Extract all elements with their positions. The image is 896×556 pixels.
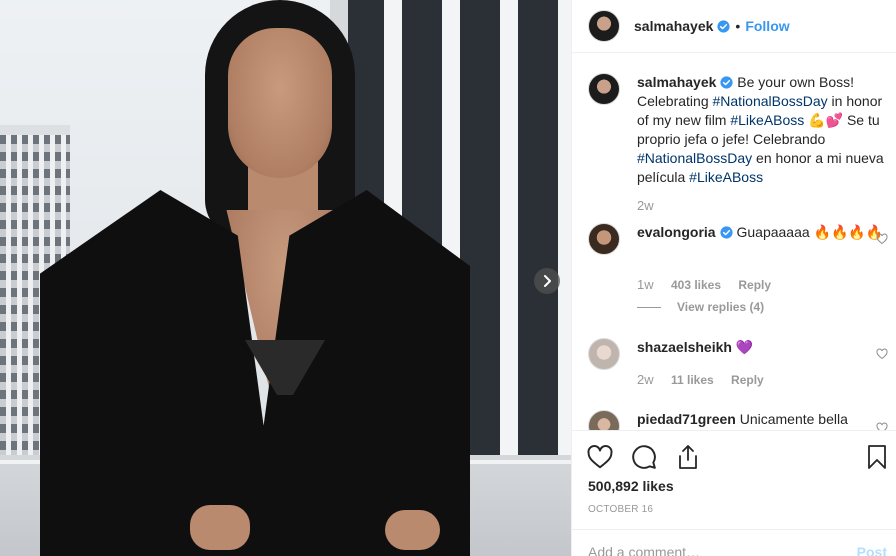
comment-likes[interactable]: 403 likes [671,278,721,292]
view-replies-label: View replies (4) [677,300,765,314]
comment-username[interactable]: evalongoria [637,224,716,240]
comment-timestamp[interactable]: 2w [637,372,654,387]
post-date[interactable]: OCTOBER 16 [588,504,653,515]
view-replies-line [637,306,661,308]
header-separator: • [735,18,741,34]
hashtag-link[interactable]: #LikeABoss [689,169,763,185]
post-actions: 500,892 likes OCTOBER 16 Post [572,430,896,556]
comment-text: piedad71green Unicamente bella [637,410,887,429]
caption-timestamp[interactable]: 2w [637,198,654,213]
share-icon [679,445,697,469]
hashtag-link[interactable]: #LikeABoss [730,112,804,128]
caption-text: salmahayek Be your own Boss! Celebrating… [637,73,887,187]
comment-username[interactable]: piedad71green [637,411,736,427]
comment-button[interactable] [630,443,658,471]
comment-body: 💜 [731,339,754,355]
comment-input[interactable] [588,544,828,556]
verified-badge-icon [717,19,730,33]
bookmark-icon [868,445,886,469]
commenter-avatar[interactable] [588,338,620,370]
comment-likes[interactable]: 11 likes [671,373,714,387]
comment-like-heart-icon[interactable] [876,348,888,360]
photo-hand-right [385,510,440,550]
comment-body: Unicamente bella [735,411,848,427]
next-photo-button[interactable] [534,268,560,294]
caption-avatar[interactable] [588,73,620,105]
like-button[interactable] [586,443,614,471]
comment-reply-button[interactable]: Reply [738,278,771,292]
author-avatar[interactable] [588,10,620,42]
commenter-avatar[interactable] [588,410,620,430]
hashtag-link[interactable]: #NationalBossDay [713,93,828,109]
comment-reply-button[interactable]: Reply [731,373,764,387]
post-header: salmahayek • Follow [572,0,896,53]
verified-badge-icon [720,226,733,239]
photo-face [228,28,332,178]
view-replies-button[interactable]: View replies (4) [637,300,764,314]
action-icons [586,443,702,471]
chevron-right-icon [544,275,551,287]
caption-username[interactable]: salmahayek [637,74,716,90]
comment-timestamp[interactable]: 1w [637,277,654,292]
comment-like-heart-icon[interactable] [876,233,888,245]
comment-username[interactable]: shazaelsheikh [637,339,732,355]
post-comment-button[interactable]: Post [857,544,887,556]
comment-meta: 2w 11 likes Reply [637,372,764,387]
comment-meta: 1w 403 likes Reply [637,277,771,292]
comment-text: shazaelsheikh 💜 [637,338,887,357]
post-photo[interactable] [0,0,571,556]
author-username[interactable]: salmahayek [634,18,713,34]
comment-text: evalongoria Guapaaaaa 🔥🔥🔥🔥 [637,223,887,242]
post-side-panel: salmahayek • Follow salmahayek Be your o… [571,0,896,556]
share-button[interactable] [674,443,702,471]
add-comment-bar: Post [572,529,896,556]
photo-hand-left [190,505,250,550]
comments-list[interactable]: salmahayek Be your own Boss! Celebrating… [572,53,896,430]
commenter-avatar[interactable] [588,223,620,255]
comment-icon [632,445,656,469]
caption-meta: 2w [637,198,654,213]
hashtag-link[interactable]: #NationalBossDay [637,150,752,166]
follow-button[interactable]: Follow [745,18,789,34]
heart-icon [587,445,613,469]
comment-body: Guapaaaaa 🔥🔥🔥🔥 [732,224,884,240]
save-button[interactable] [863,443,891,471]
likes-count[interactable]: 500,892 likes [588,478,674,494]
verified-badge-icon [720,76,733,89]
comment-like-heart-icon[interactable] [876,422,888,430]
